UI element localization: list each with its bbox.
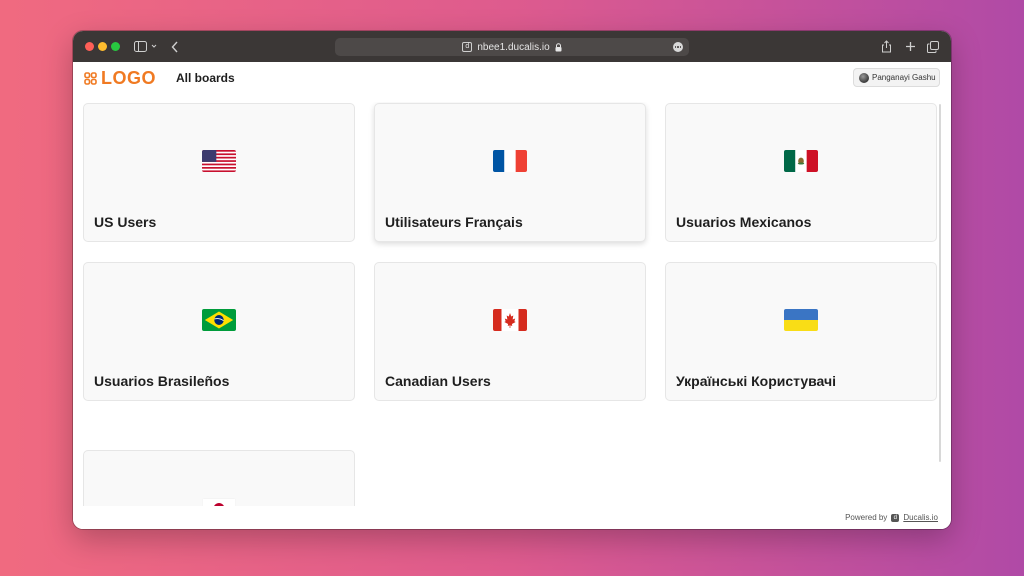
board-title: Українські Користувачі [676, 373, 837, 389]
new-tab-button[interactable] [903, 37, 917, 56]
powered-by: Powered by d Ducalis.io [845, 513, 938, 522]
logo[interactable]: LOGO [84, 68, 156, 89]
board-title: Usuarios Mexicanos [676, 214, 812, 230]
plus-icon [905, 42, 915, 51]
board-card-japan[interactable] [83, 450, 355, 506]
us-flag-icon [202, 150, 236, 172]
url-text: nbee1.ducalis.io [477, 41, 550, 53]
logo-text: LOGO [101, 68, 156, 88]
ca-flag-icon [493, 309, 527, 331]
browser-toolbar: d nbee1.ducalis.io [73, 31, 951, 62]
page-header: LOGO All boards Panganayi Gashu [73, 62, 951, 102]
board-card-us-users[interactable]: US Users [83, 103, 355, 242]
share-icon [881, 40, 891, 53]
board-title: Utilisateurs Français [385, 214, 523, 230]
page-menu-button[interactable] [673, 42, 683, 52]
board-card-usuarios-brasilenos[interactable]: Usuarios Brasileños [83, 262, 355, 401]
page-footer: Powered by d Ducalis.io [73, 506, 951, 529]
mx-flag-icon [784, 150, 818, 172]
logo-icon [84, 72, 97, 85]
board-title: US Users [94, 214, 157, 230]
user-menu-button[interactable]: Panganayi Gashu [853, 68, 940, 87]
all-boards-link[interactable]: All boards [176, 71, 235, 85]
board-card-canadian-users[interactable]: Canadian Users [374, 262, 646, 401]
site-favicon-icon: d [462, 42, 473, 52]
tab-overview-button[interactable] [926, 37, 940, 56]
jp-flag-icon [202, 498, 236, 506]
powered-by-label: Powered by [845, 513, 888, 522]
ducalis-link[interactable]: Ducalis.io [903, 513, 938, 522]
br-flag-icon [202, 309, 236, 331]
tabs-icon [927, 40, 939, 53]
browser-window: d nbee1.ducalis.io LOGO All boards Panga… [73, 31, 951, 529]
share-button[interactable] [879, 37, 893, 56]
board-card-usuarios-mexicanos[interactable]: Usuarios Mexicanos [665, 103, 937, 242]
sidebar-icon [134, 40, 157, 52]
ducalis-logo-icon: d [891, 513, 900, 522]
board-title: Usuarios Brasileños [94, 373, 230, 389]
avatar [859, 72, 869, 83]
fr-flag-icon [493, 150, 527, 172]
back-button[interactable] [169, 37, 181, 56]
boards-grid: US Users Utilisateurs Français Usuarios … [73, 102, 951, 506]
board-card-ukrainski-korystuvachi[interactable]: Українські Користувачі [665, 262, 937, 401]
ua-flag-icon [784, 309, 818, 331]
lock-icon [555, 42, 562, 51]
address-bar[interactable]: d nbee1.ducalis.io [335, 38, 689, 56]
user-name: Panganayi Gashu [872, 73, 936, 82]
zoom-window-button[interactable] [111, 42, 120, 51]
chevron-left-icon [171, 41, 178, 52]
board-card-utilisateurs-francais[interactable]: Utilisateurs Français [374, 103, 646, 242]
board-title: Canadian Users [385, 373, 491, 389]
close-window-button[interactable] [85, 42, 94, 51]
page-scrollbar[interactable] [939, 104, 941, 462]
sidebar-toggle-button[interactable] [133, 37, 159, 56]
minimize-window-button[interactable] [98, 42, 107, 51]
